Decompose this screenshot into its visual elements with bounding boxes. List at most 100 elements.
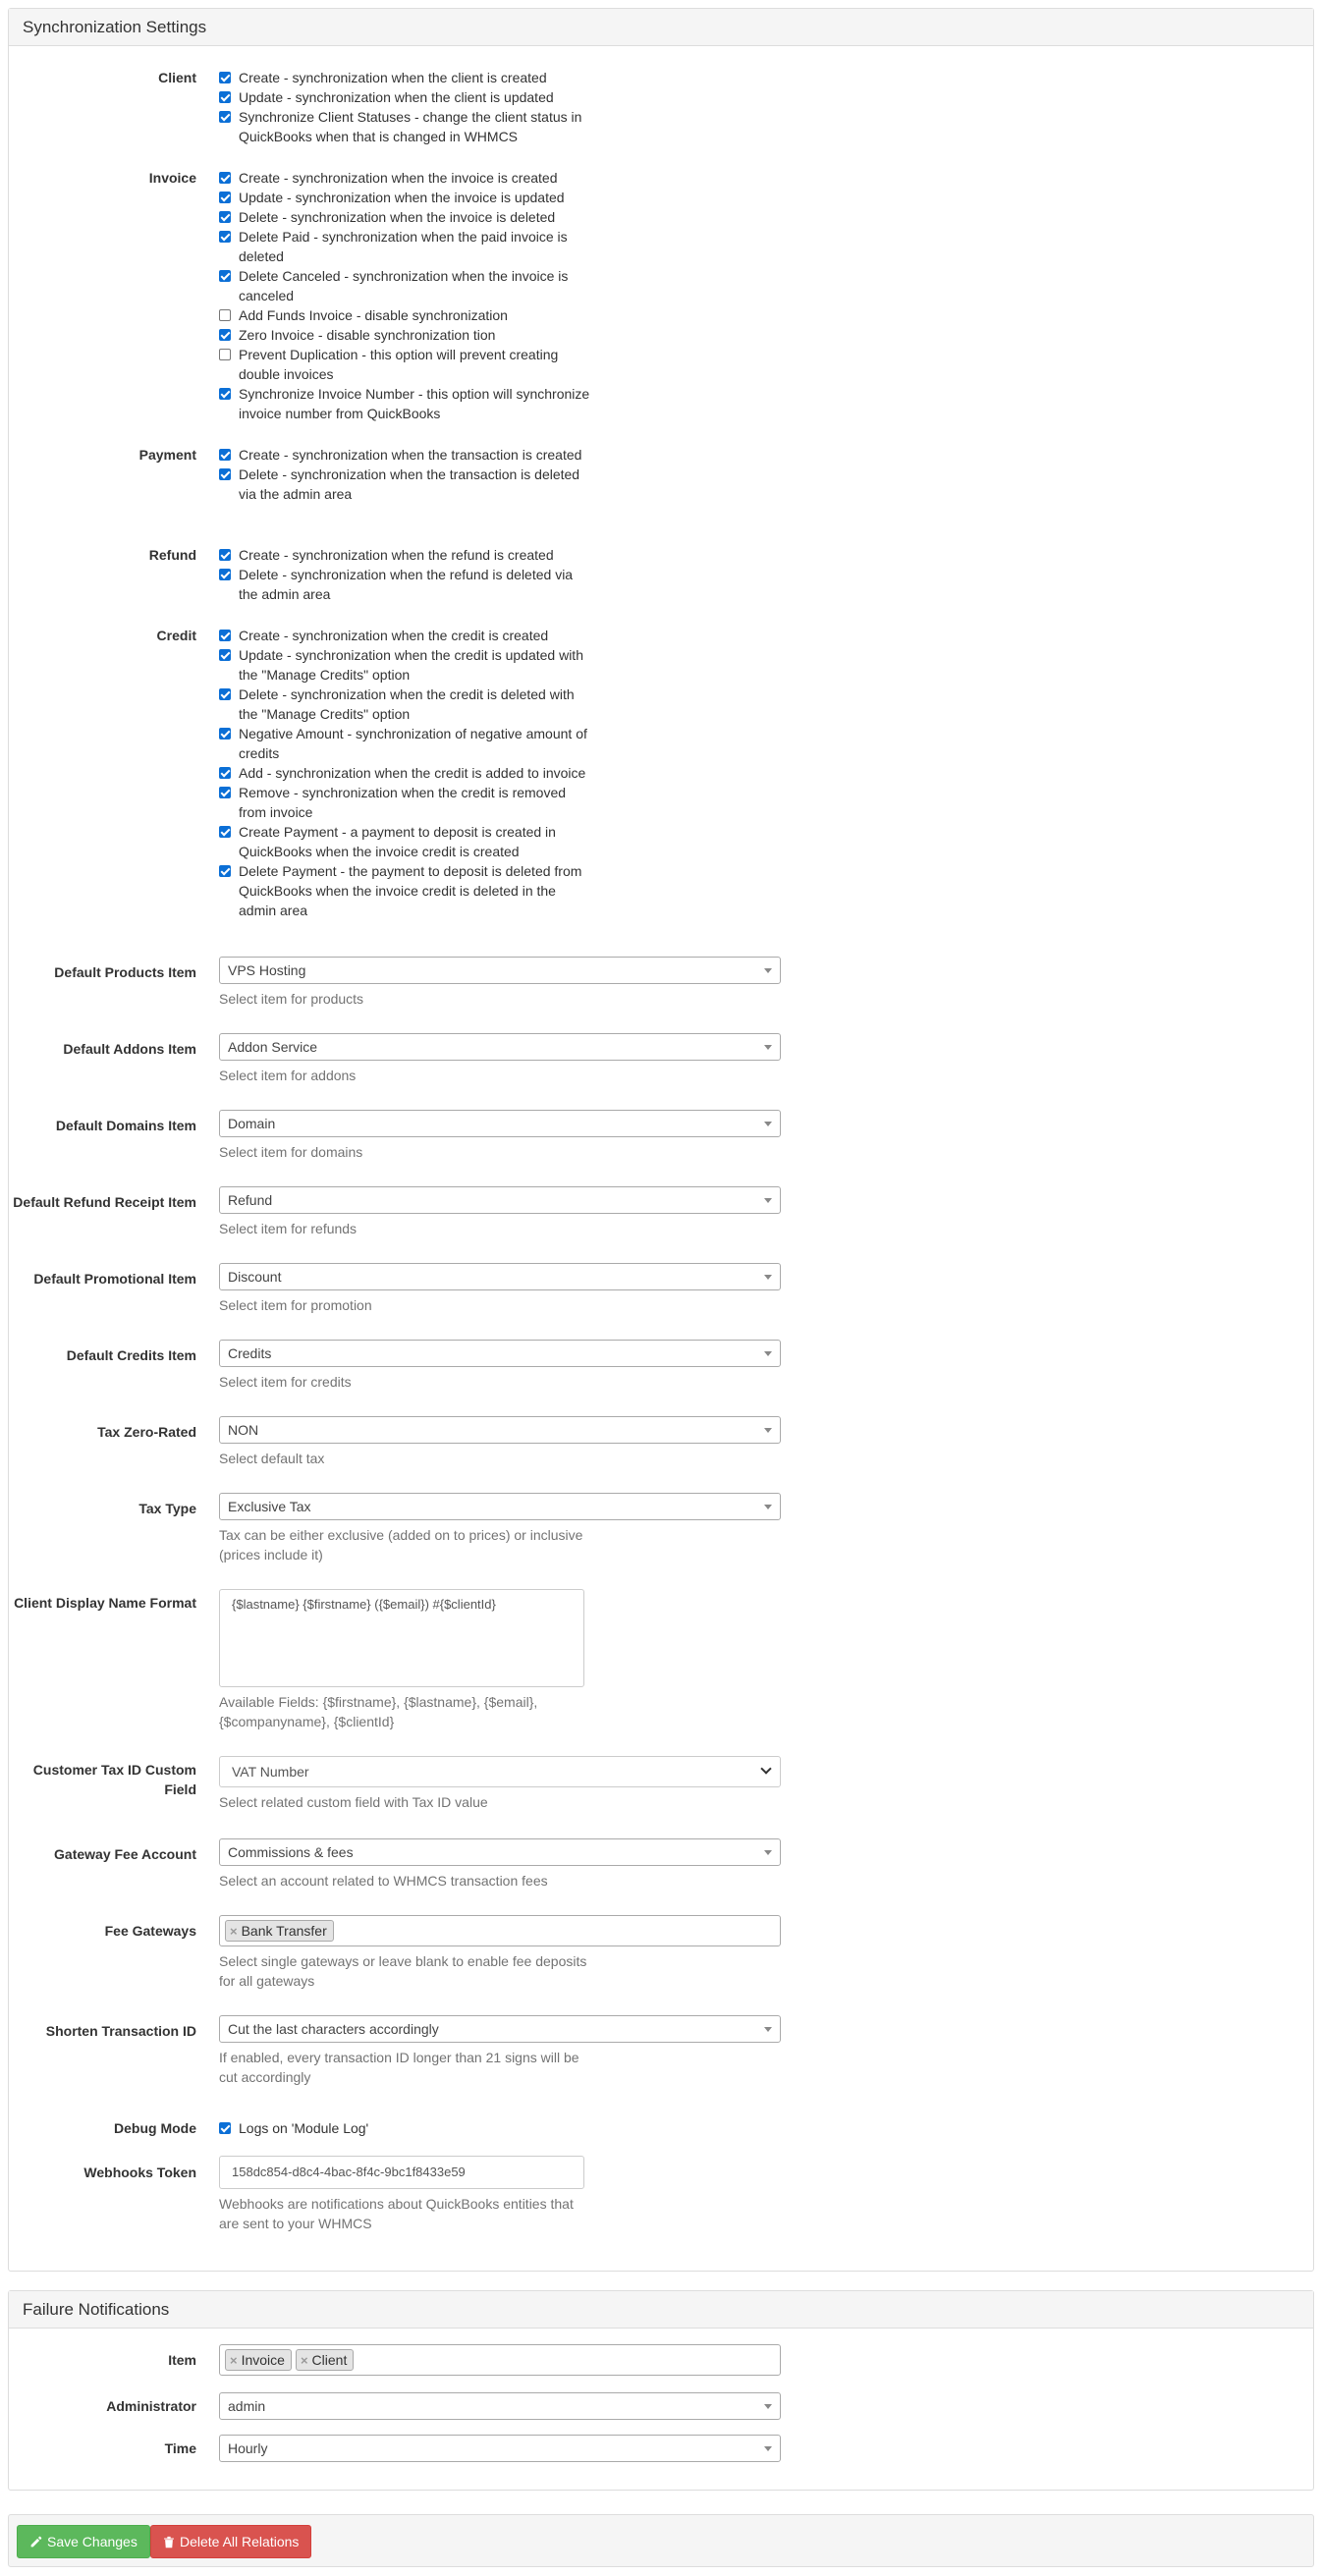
payment-checkbox[interactable] (219, 468, 231, 480)
tax-type-select[interactable]: Exclusive Tax (219, 1493, 781, 1520)
client-checkbox[interactable] (219, 72, 231, 83)
panel-heading: Synchronization Settings (9, 9, 1313, 46)
refund-option[interactable]: Create - synchronization when the refund… (219, 545, 592, 565)
credit-checkbox[interactable] (219, 649, 231, 661)
display-name-help: Available Fields: {$firstname}, {$lastna… (219, 1694, 538, 1729)
invoice-option[interactable]: Synchronize Invoice Number - this option… (219, 384, 592, 423)
refund-receipt-select[interactable]: Refund (219, 1186, 781, 1214)
invoice-checkbox[interactable] (219, 270, 231, 282)
credit-checkbox[interactable] (219, 865, 231, 877)
administrator-select[interactable]: admin (219, 2392, 781, 2420)
x-icon[interactable]: × (301, 2353, 308, 2368)
client-label: Client (158, 70, 196, 85)
refund-checkbox[interactable] (219, 569, 231, 580)
invoice-checkbox[interactable] (219, 329, 231, 341)
debug-checkbox-item[interactable]: Logs on 'Module Log' (219, 2118, 592, 2138)
invoice-option[interactable]: Add Funds Invoice - disable synchronizat… (219, 305, 592, 325)
time-select[interactable]: Hourly (219, 2435, 781, 2462)
failure-item-label: Item (168, 2352, 196, 2368)
credit-checkbox[interactable] (219, 688, 231, 700)
credit-option[interactable]: Add - synchronization when the credit is… (219, 763, 592, 783)
invoice-option[interactable]: Update - synchronization when the invoic… (219, 188, 592, 207)
credit-checkbox[interactable] (219, 630, 231, 641)
invoice-checkbox[interactable] (219, 192, 231, 203)
invoice-checkbox[interactable] (219, 349, 231, 360)
invoice-option[interactable]: Create - synchronization when the invoic… (219, 168, 592, 188)
credit-checkbox[interactable] (219, 767, 231, 779)
domains-help: Select item for domains (219, 1144, 363, 1160)
dropdown-arrow-icon (764, 2404, 772, 2409)
payment-option[interactable]: Delete - synchronization when the transa… (219, 465, 592, 504)
promotional-select[interactable]: Discount (219, 1263, 781, 1290)
save-changes-button[interactable]: Save Changes (17, 2525, 150, 2558)
dropdown-arrow-icon (764, 2027, 772, 2032)
dropdown-arrow-icon (764, 1850, 772, 1855)
credit-option[interactable]: Remove - synchronization when the credit… (219, 783, 592, 822)
invoice-option-label: Update - synchronization when the invoic… (239, 190, 565, 205)
dropdown-arrow-icon (764, 1351, 772, 1356)
sync-settings-panel: Synchronization Settings Client Create -… (8, 8, 1314, 2272)
addons-select[interactable]: Addon Service (219, 1033, 781, 1061)
x-icon[interactable]: × (230, 2353, 238, 2368)
products-select[interactable]: VPS Hosting (219, 957, 781, 984)
tax-id-select[interactable]: VAT Number (219, 1756, 781, 1787)
refund-option[interactable]: Delete - synchronization when the refund… (219, 565, 592, 604)
webhooks-help: Webhooks are notifications about QuickBo… (219, 2196, 574, 2231)
webhooks-label: Webhooks Token (83, 2165, 196, 2180)
invoice-option[interactable]: Delete - synchronization when the invoic… (219, 207, 592, 227)
gateway-fee-label: Gateway Fee Account (54, 1846, 196, 1862)
refund-checkbox[interactable] (219, 549, 231, 561)
client-checkbox[interactable] (219, 111, 231, 123)
client-checkbox[interactable] (219, 91, 231, 103)
trash-icon (164, 2536, 174, 2549)
invoice-option[interactable]: Delete Canceled - synchronization when t… (219, 266, 592, 305)
debug-checkbox[interactable] (219, 2122, 231, 2134)
invoice-option[interactable]: Delete Paid - synchronization when the p… (219, 227, 592, 266)
gateway-fee-select[interactable]: Commissions & fees (219, 1838, 781, 1866)
domains-select[interactable]: Domain (219, 1110, 781, 1137)
fee-gateway-tag[interactable]: × Bank Transfer (225, 1920, 334, 1942)
x-icon[interactable]: × (230, 1924, 238, 1939)
tax-zero-select[interactable]: NON (219, 1416, 781, 1444)
dropdown-arrow-icon (764, 1505, 772, 1509)
invoice-checkbox[interactable] (219, 211, 231, 223)
client-option[interactable]: Update - synchronization when the client… (219, 87, 592, 107)
credit-option[interactable]: Negative Amount - synchronization of neg… (219, 724, 592, 763)
invoice-checkbox[interactable] (219, 388, 231, 400)
invoice-label: Invoice (148, 170, 196, 186)
credit-option[interactable]: Delete Payment - the payment to deposit … (219, 861, 592, 920)
invoice-option-label: Delete Paid - synchronization when the p… (239, 229, 568, 264)
addons-help: Select item for addons (219, 1068, 357, 1083)
invoice-checkbox[interactable] (219, 172, 231, 184)
credit-checkbox[interactable] (219, 728, 231, 740)
refund-receipt-value: Refund (228, 1192, 273, 1208)
time-label: Time (164, 2440, 196, 2456)
failure-item-tag[interactable]: × Invoice (225, 2349, 292, 2371)
shorten-value: Cut the last characters accordingly (228, 2021, 439, 2037)
invoice-checkbox[interactable] (219, 231, 231, 243)
addons-label: Default Addons Item (63, 1041, 196, 1057)
credit-option[interactable]: Update - synchronization when the credit… (219, 645, 592, 685)
fee-gateways-multiselect[interactable]: × Bank Transfer (219, 1915, 781, 1946)
credit-option[interactable]: Create - synchronization when the credit… (219, 626, 592, 645)
webhooks-token-input[interactable]: 158dc854-d8c4-4bac-8f4c-9bc1f8433e59 (219, 2156, 584, 2189)
client-option[interactable]: Synchronize Client Statuses - change the… (219, 107, 592, 146)
credit-checkbox[interactable] (219, 826, 231, 838)
refund-receipt-label: Default Refund Receipt Item (13, 1194, 196, 1210)
credits-item-select[interactable]: Credits (219, 1340, 781, 1367)
display-name-textarea[interactable]: {$lastname} {$firstname} ({$email}) #{$c… (219, 1589, 584, 1687)
invoice-option[interactable]: Prevent Duplication - this option will p… (219, 345, 592, 384)
credit-option[interactable]: Delete - synchronization when the credit… (219, 685, 592, 724)
client-option[interactable]: Create - synchronization when the client… (219, 68, 592, 87)
failure-item-multiselect[interactable]: × Invoice × Client (219, 2344, 781, 2376)
invoice-checkbox[interactable] (219, 309, 231, 321)
credit-option[interactable]: Create Payment - a payment to deposit is… (219, 822, 592, 861)
credit-label: Credit (156, 628, 196, 643)
shorten-select[interactable]: Cut the last characters accordingly (219, 2015, 781, 2043)
credit-checkbox[interactable] (219, 787, 231, 798)
invoice-option[interactable]: Zero Invoice - disable synchronization t… (219, 325, 592, 345)
payment-checkbox[interactable] (219, 449, 231, 461)
delete-all-relations-button[interactable]: Delete All Relations (150, 2525, 312, 2558)
failure-item-tag[interactable]: × Client (295, 2349, 355, 2371)
payment-option[interactable]: Create - synchronization when the transa… (219, 445, 592, 465)
